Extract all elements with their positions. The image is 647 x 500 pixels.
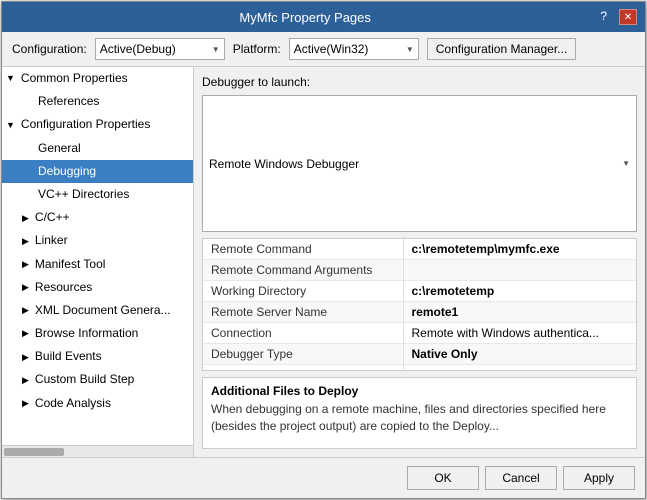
config-row: Configuration: Active(Debug) ▼ Platform:… (2, 32, 645, 67)
configuration-value: Active(Debug) (100, 42, 176, 56)
prop-value: c:\remotetemp (403, 281, 636, 302)
debugger-combo-arrow: ▼ (622, 159, 630, 168)
properties-table: Remote Command c:\remotetemp\mymfc.exe R… (202, 238, 637, 371)
sidebar-item-xml-doc[interactable]: ▶ XML Document Genera... (2, 299, 193, 322)
prop-name: Working Directory (203, 281, 403, 302)
collapse-icon: ▶ (22, 303, 29, 317)
sidebar-item-label: Browse Information (35, 324, 138, 343)
sidebar-item-label: C/C++ (35, 208, 70, 227)
sidebar-item-label: Manifest Tool (35, 255, 105, 274)
collapse-icon: ▶ (22, 326, 29, 340)
sidebar-item-custom-build[interactable]: ▶ Custom Build Step (2, 368, 193, 391)
close-button[interactable]: ✕ (619, 9, 637, 25)
debugger-combo[interactable]: Remote Windows Debugger ▼ (202, 95, 637, 232)
sidebar-item-label: XML Document Genera... (35, 301, 171, 320)
left-panel-wrapper: ▼ Common Properties References ▼ Configurati… (2, 67, 194, 457)
table-row[interactable]: Remote Command Arguments (203, 260, 636, 281)
prop-value (403, 365, 636, 372)
sidebar-item-linker[interactable]: ▶ Linker (2, 229, 193, 252)
prop-value: Remote with Windows authentica... (403, 323, 636, 344)
apply-button[interactable]: Apply (563, 466, 635, 490)
collapse-icon: ▶ (22, 257, 29, 271)
prop-name: Connection (203, 323, 403, 344)
description-box: Additional Files to Deploy When debuggin… (202, 377, 637, 449)
sidebar-item-label: Linker (35, 231, 68, 250)
title-bar: MyMfc Property Pages ? ✕ (2, 2, 645, 32)
platform-label: Platform: (233, 42, 281, 56)
collapse-icon: ▶ (22, 350, 29, 364)
sidebar-item-code-analysis[interactable]: ▶ Code Analysis (2, 392, 193, 415)
description-text: When debugging on a remote machine, file… (211, 401, 628, 435)
debugger-label: Debugger to launch: (202, 75, 310, 89)
props-table-element: Remote Command c:\remotetemp\mymfc.exe R… (203, 239, 636, 371)
sidebar-item-label: References (38, 92, 99, 111)
expand-icon: ▼ (6, 118, 15, 132)
platform-combo[interactable]: Active(Win32) ▼ (289, 38, 419, 60)
horizontal-scrollbar[interactable] (2, 445, 193, 457)
main-content: ▼ Common Properties References ▼ Configurati… (2, 67, 645, 457)
sidebar-item-label: Custom Build Step (35, 370, 134, 389)
bottom-bar: OK Cancel Apply (2, 457, 645, 498)
prop-value: c:\remotetemp\mymfc.exe (403, 239, 636, 260)
sidebar-item-label: VC++ Directories (38, 185, 129, 204)
title-bar-controls: ? ✕ (600, 9, 637, 25)
collapse-icon: ▶ (22, 396, 29, 410)
prop-name: Environment (203, 365, 403, 372)
configuration-label: Configuration: (12, 42, 87, 56)
sidebar-item-general[interactable]: General (2, 137, 193, 160)
sidebar-item-cpp[interactable]: ▶ C/C++ (2, 206, 193, 229)
configuration-combo[interactable]: Active(Debug) ▼ (95, 38, 225, 60)
prop-name: Remote Command (203, 239, 403, 260)
table-row[interactable]: Connection Remote with Windows authentic… (203, 323, 636, 344)
debugger-value: Remote Windows Debugger (209, 157, 359, 171)
platform-value: Active(Win32) (294, 42, 369, 56)
scrollbar-thumb (4, 448, 64, 456)
sidebar-item-label: Debugging (38, 162, 96, 181)
collapse-icon: ▶ (22, 211, 29, 225)
dialog-title: MyMfc Property Pages (10, 10, 600, 25)
platform-combo-arrow: ▼ (406, 45, 414, 54)
sidebar-item-label: Code Analysis (35, 394, 111, 413)
prop-value (403, 260, 636, 281)
sidebar-item-label: Common Properties (21, 69, 128, 88)
description-title: Additional Files to Deploy (211, 384, 628, 398)
prop-name: Remote Server Name (203, 302, 403, 323)
sidebar-item-references[interactable]: References (2, 90, 193, 113)
table-row[interactable]: Remote Server Name remote1 (203, 302, 636, 323)
ok-button[interactable]: OK (407, 466, 479, 490)
prop-name: Debugger Type (203, 344, 403, 365)
configuration-combo-arrow: ▼ (212, 45, 220, 54)
prop-name: Remote Command Arguments (203, 260, 403, 281)
sidebar-item-label: Resources (35, 278, 92, 297)
sidebar-item-browse-info[interactable]: ▶ Browse Information (2, 322, 193, 345)
sidebar-item-manifest-tool[interactable]: ▶ Manifest Tool (2, 253, 193, 276)
sidebar-item-config-props[interactable]: ▼ Configuration Properties (2, 113, 193, 136)
right-panel: Debugger to launch: Remote Windows Debug… (194, 67, 645, 457)
prop-value: Native Only (403, 344, 636, 365)
config-manager-button[interactable]: Configuration Manager... (427, 38, 576, 60)
sidebar-item-resources[interactable]: ▶ Resources (2, 276, 193, 299)
table-row[interactable]: Environment (203, 365, 636, 372)
expand-icon: ▼ (6, 71, 15, 85)
property-pages-dialog: MyMfc Property Pages ? ✕ Configuration: … (1, 1, 646, 499)
sidebar-item-debugging[interactable]: Debugging (2, 160, 193, 183)
sidebar-item-build-events[interactable]: ▶ Build Events (2, 345, 193, 368)
left-panel: ▼ Common Properties References ▼ Configurati… (2, 67, 193, 445)
collapse-icon: ▶ (22, 234, 29, 248)
sidebar-item-label: Build Events (35, 347, 102, 366)
table-row[interactable]: Remote Command c:\remotetemp\mymfc.exe (203, 239, 636, 260)
help-icon[interactable]: ? (600, 9, 607, 25)
table-row[interactable]: Working Directory c:\remotetemp (203, 281, 636, 302)
debugger-row: Debugger to launch: (202, 75, 637, 89)
table-row[interactable]: Debugger Type Native Only (203, 344, 636, 365)
collapse-icon: ▶ (22, 373, 29, 387)
sidebar-item-vc-dirs[interactable]: VC++ Directories (2, 183, 193, 206)
sidebar-item-common-props[interactable]: ▼ Common Properties (2, 67, 193, 90)
cancel-button[interactable]: Cancel (485, 466, 557, 490)
sidebar-item-label: General (38, 139, 81, 158)
sidebar-item-label: Configuration Properties (21, 115, 150, 134)
prop-value: remote1 (403, 302, 636, 323)
collapse-icon: ▶ (22, 280, 29, 294)
